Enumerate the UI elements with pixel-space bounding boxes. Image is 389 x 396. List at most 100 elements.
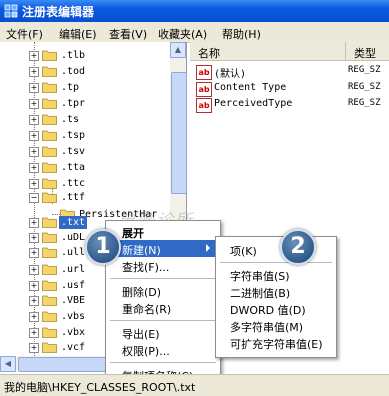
menu-favorites[interactable]: 收藏夹(A) xyxy=(158,26,207,42)
expand-icon[interactable]: + xyxy=(29,218,39,228)
folder-icon xyxy=(42,146,57,157)
tree-item[interactable]: + .tsp xyxy=(0,128,170,144)
expand-icon[interactable]: + xyxy=(29,147,39,157)
tree-item[interactable]: − .ttf xyxy=(0,190,170,206)
expand-icon[interactable]: + xyxy=(29,179,39,189)
submenu-item-multi-string-value[interactable]: 多字符串值(M) xyxy=(218,317,334,334)
tree-item-label: .vbx xyxy=(61,327,86,338)
folder-icon xyxy=(42,247,57,258)
tree-item[interactable]: + .tta xyxy=(0,160,170,176)
folder-icon xyxy=(42,50,57,61)
value-row[interactable]: ab PerceivedType REG_SZ xyxy=(192,97,389,113)
menu-item-permissions[interactable]: 权限(P)... xyxy=(108,341,218,358)
scroll-thumb[interactable] xyxy=(171,72,187,194)
tree-item[interactable]: + .tod xyxy=(0,64,170,80)
expand-icon[interactable]: + xyxy=(29,115,39,125)
string-value-icon: ab xyxy=(196,82,212,97)
value-row[interactable]: ab (默认) REG_SZ xyxy=(192,64,389,80)
folder-icon xyxy=(42,66,57,77)
title-bar: 注册表编辑器 xyxy=(0,0,389,22)
tree-item[interactable]: + .ts xyxy=(0,112,170,128)
submenu-item-key[interactable]: 项(K) xyxy=(218,241,334,258)
menu-item-delete[interactable]: 删除(D) xyxy=(108,282,218,299)
menu-file[interactable]: 文件(F) xyxy=(6,26,43,42)
step-badge-2: 2 xyxy=(280,229,316,265)
menu-view[interactable]: 查看(V) xyxy=(109,26,147,42)
tree-item-label: .VBE xyxy=(61,295,86,306)
tree-item[interactable]: + .tlb xyxy=(0,48,170,64)
expand-icon[interactable]: + xyxy=(29,296,39,306)
expand-icon[interactable]: + xyxy=(29,67,39,77)
tree-item-label: .tpr xyxy=(61,98,86,109)
folder-icon xyxy=(42,98,57,109)
column-type-label: 类型 xyxy=(354,47,376,60)
expand-icon[interactable]: + xyxy=(29,233,39,243)
tree-item-label: .vbs xyxy=(61,311,86,322)
tree-item-label: .uDL xyxy=(61,232,86,243)
tree-item-label: .vcf xyxy=(61,342,86,353)
expand-icon[interactable]: + xyxy=(29,99,39,109)
tree-item-label: .ttc xyxy=(61,178,86,189)
expand-icon[interactable]: + xyxy=(29,328,39,338)
window-title: 注册表编辑器 xyxy=(22,5,95,19)
menu-item-rename[interactable]: 重命名(R) xyxy=(108,299,218,316)
menu-separator xyxy=(110,320,216,321)
folder-icon xyxy=(42,295,57,306)
expand-icon[interactable]: + xyxy=(29,343,39,353)
expand-icon[interactable]: + xyxy=(29,51,39,61)
folder-icon xyxy=(42,178,57,189)
folder-icon xyxy=(42,114,57,125)
tree-item-label: .usf xyxy=(61,280,86,291)
registry-editor-icon xyxy=(4,4,18,18)
menu-item-new[interactable]: 新建(N) xyxy=(108,240,218,257)
menu-separator xyxy=(110,278,216,279)
tree-item[interactable]: + .tp xyxy=(0,80,170,96)
tree-item-label: .tp xyxy=(61,82,80,93)
string-value-icon: ab xyxy=(196,65,212,80)
submenu-item-binary-value[interactable]: 二进制值(B) xyxy=(218,283,334,300)
column-header-name[interactable]: 名称 xyxy=(190,42,346,61)
folder-icon xyxy=(42,82,57,93)
tree-item-label: .tlb xyxy=(61,50,86,61)
tree-item-label: .url xyxy=(61,264,86,275)
expand-icon[interactable]: + xyxy=(29,281,39,291)
scroll-left-button[interactable]: ◀ xyxy=(0,356,16,372)
menu-item-find[interactable]: 查找(F)... xyxy=(108,257,218,274)
value-row[interactable]: ab Content Type REG_SZ xyxy=(192,81,389,97)
submenu-item-expandable-string-value[interactable]: 可扩充字符串值(E) xyxy=(218,334,334,351)
menu-bar: 文件(F) 编辑(E) 查看(V) 收藏夹(A) 帮助(H) xyxy=(0,22,389,43)
menu-help[interactable]: 帮助(H) xyxy=(222,26,261,42)
column-header-type[interactable]: 类型 xyxy=(346,42,389,61)
tree-item[interactable]: + .tsv xyxy=(0,144,170,160)
column-name-label: 名称 xyxy=(198,47,220,60)
menu-edit[interactable]: 编辑(E) xyxy=(59,26,97,42)
menu-item-expand[interactable]: 展开 xyxy=(108,223,218,240)
folder-icon xyxy=(42,192,57,203)
tree-item-label: .tsv xyxy=(61,146,86,157)
expand-icon[interactable]: + xyxy=(29,83,39,93)
string-value-icon: ab xyxy=(196,98,212,113)
expand-icon[interactable]: + xyxy=(29,265,39,275)
expand-icon[interactable]: + xyxy=(29,248,39,258)
tree-item[interactable]: + .tpr xyxy=(0,96,170,112)
collapse-icon[interactable]: − xyxy=(29,193,39,203)
submenu-item-dword-value[interactable]: DWORD 值(D) xyxy=(218,300,334,317)
status-path: 我的电脑\HKEY_CLASSES_ROOT\.txt xyxy=(4,381,196,394)
tree-item-label: .ts xyxy=(61,114,80,125)
status-bar: 我的电脑\HKEY_CLASSES_ROOT\.txt xyxy=(0,374,389,396)
submenu-item-string-value[interactable]: 字符串值(S) xyxy=(218,266,334,283)
folder-icon xyxy=(42,342,57,353)
expand-icon[interactable]: + xyxy=(29,312,39,322)
step-badge-1: 1 xyxy=(85,229,121,265)
context-menu: 展开 新建(N) 查找(F)... 删除(D) 重命名(R) 导出(E) 权限(… xyxy=(105,220,221,390)
expand-icon[interactable]: + xyxy=(29,163,39,173)
expand-icon[interactable]: + xyxy=(29,131,39,141)
scroll-up-button[interactable]: ▲ xyxy=(170,42,186,58)
menu-separator xyxy=(110,362,216,363)
value-type: REG_SZ xyxy=(348,98,381,108)
submenu-arrow-icon xyxy=(206,244,210,252)
menu-item-export[interactable]: 导出(E) xyxy=(108,324,218,341)
folder-icon xyxy=(42,280,57,291)
value-name: (默认) xyxy=(214,69,247,80)
folder-icon xyxy=(42,130,57,141)
